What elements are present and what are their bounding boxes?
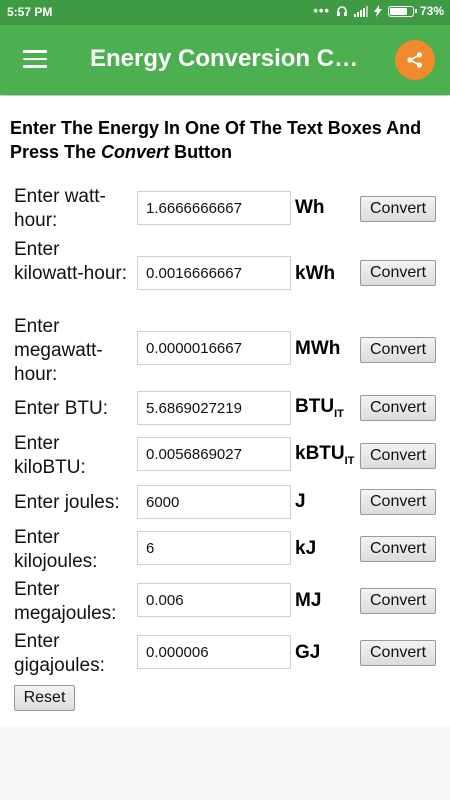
- instructions-emphasis: Convert: [101, 142, 170, 162]
- joules-label: Enter joules:: [14, 492, 120, 513]
- btu-label: Enter BTU:: [14, 398, 108, 419]
- app-title: Energy Conversion Calculator: [90, 45, 368, 72]
- status-bar: 5:57 PM ••• 73%: [0, 0, 450, 25]
- share-icon: [407, 52, 423, 68]
- kilowatt-hour-label: Enter kilowatt-hour:: [14, 239, 127, 284]
- share-button[interactable]: [395, 40, 435, 80]
- btu-unit: BTUIT: [295, 396, 344, 420]
- gigajoules-label: Enter gigajoules:: [14, 631, 105, 676]
- convert-megajoules-button[interactable]: Convert: [360, 588, 436, 614]
- battery-icon: [387, 5, 417, 17]
- status-icons: ••• 73%: [313, 4, 444, 18]
- menu-icon[interactable]: [23, 50, 47, 68]
- kilobtu-input[interactable]: [137, 437, 291, 471]
- convert-megawatt-hour-button[interactable]: Convert: [360, 337, 436, 363]
- notification-dots: •••: [313, 3, 330, 18]
- app-bar: Energy Conversion Calculator: [0, 25, 450, 95]
- instructions-part2: Button: [169, 142, 233, 162]
- convert-btu-button[interactable]: Convert: [360, 395, 436, 421]
- megajoules-unit: MJ: [295, 590, 322, 611]
- convert-gigajoules-button[interactable]: Convert: [360, 640, 436, 666]
- megawatt-hour-label: Enter megawatt-hour:: [14, 316, 103, 385]
- convert-kilojoules-button[interactable]: Convert: [360, 536, 436, 562]
- watt-hour-label: Enter watt-hour:: [14, 186, 106, 231]
- kilobtu-label: Enter kiloBTU:: [14, 433, 86, 478]
- charging-bolt-icon: [373, 5, 382, 17]
- status-time: 5:57 PM: [7, 5, 53, 19]
- kilobtu-unit: kBTUIT: [295, 443, 355, 467]
- watt-hour-unit: Wh: [295, 197, 325, 218]
- megajoules-input[interactable]: [137, 583, 291, 617]
- kilojoules-input[interactable]: [137, 531, 291, 565]
- joules-unit: J: [295, 491, 306, 512]
- megawatt-hour-unit: MWh: [295, 338, 341, 359]
- btu-input[interactable]: [137, 391, 291, 425]
- kilowatt-hour-unit: kWh: [295, 263, 336, 284]
- converter-panel: Enter The Energy In One Of The Text Boxe…: [0, 96, 450, 726]
- convert-kilowatt-hour-button[interactable]: Convert: [360, 260, 436, 286]
- joules-input[interactable]: [137, 485, 291, 519]
- kilojoules-unit: kJ: [295, 538, 317, 559]
- convert-joules-button[interactable]: Convert: [360, 489, 436, 515]
- signal-icon: [353, 5, 368, 17]
- gigajoules-input[interactable]: [137, 635, 291, 669]
- watt-hour-input[interactable]: [137, 191, 291, 225]
- reset-button[interactable]: Reset: [14, 685, 75, 711]
- gigajoules-unit: GJ: [295, 642, 321, 663]
- kilowatt-hour-input[interactable]: [137, 256, 291, 290]
- kilojoules-label: Enter kilojoules:: [14, 527, 98, 572]
- convert-kilobtu-button[interactable]: Convert: [360, 443, 436, 469]
- battery-percent: 73%: [419, 4, 444, 18]
- convert-watt-hour-button[interactable]: Convert: [360, 196, 436, 222]
- megajoules-label: Enter megajoules:: [14, 579, 117, 624]
- megawatt-hour-input[interactable]: [137, 331, 291, 365]
- instructions-text: Enter The Energy In One Of The Text Boxe…: [10, 116, 445, 164]
- headphones-icon: [336, 6, 347, 16]
